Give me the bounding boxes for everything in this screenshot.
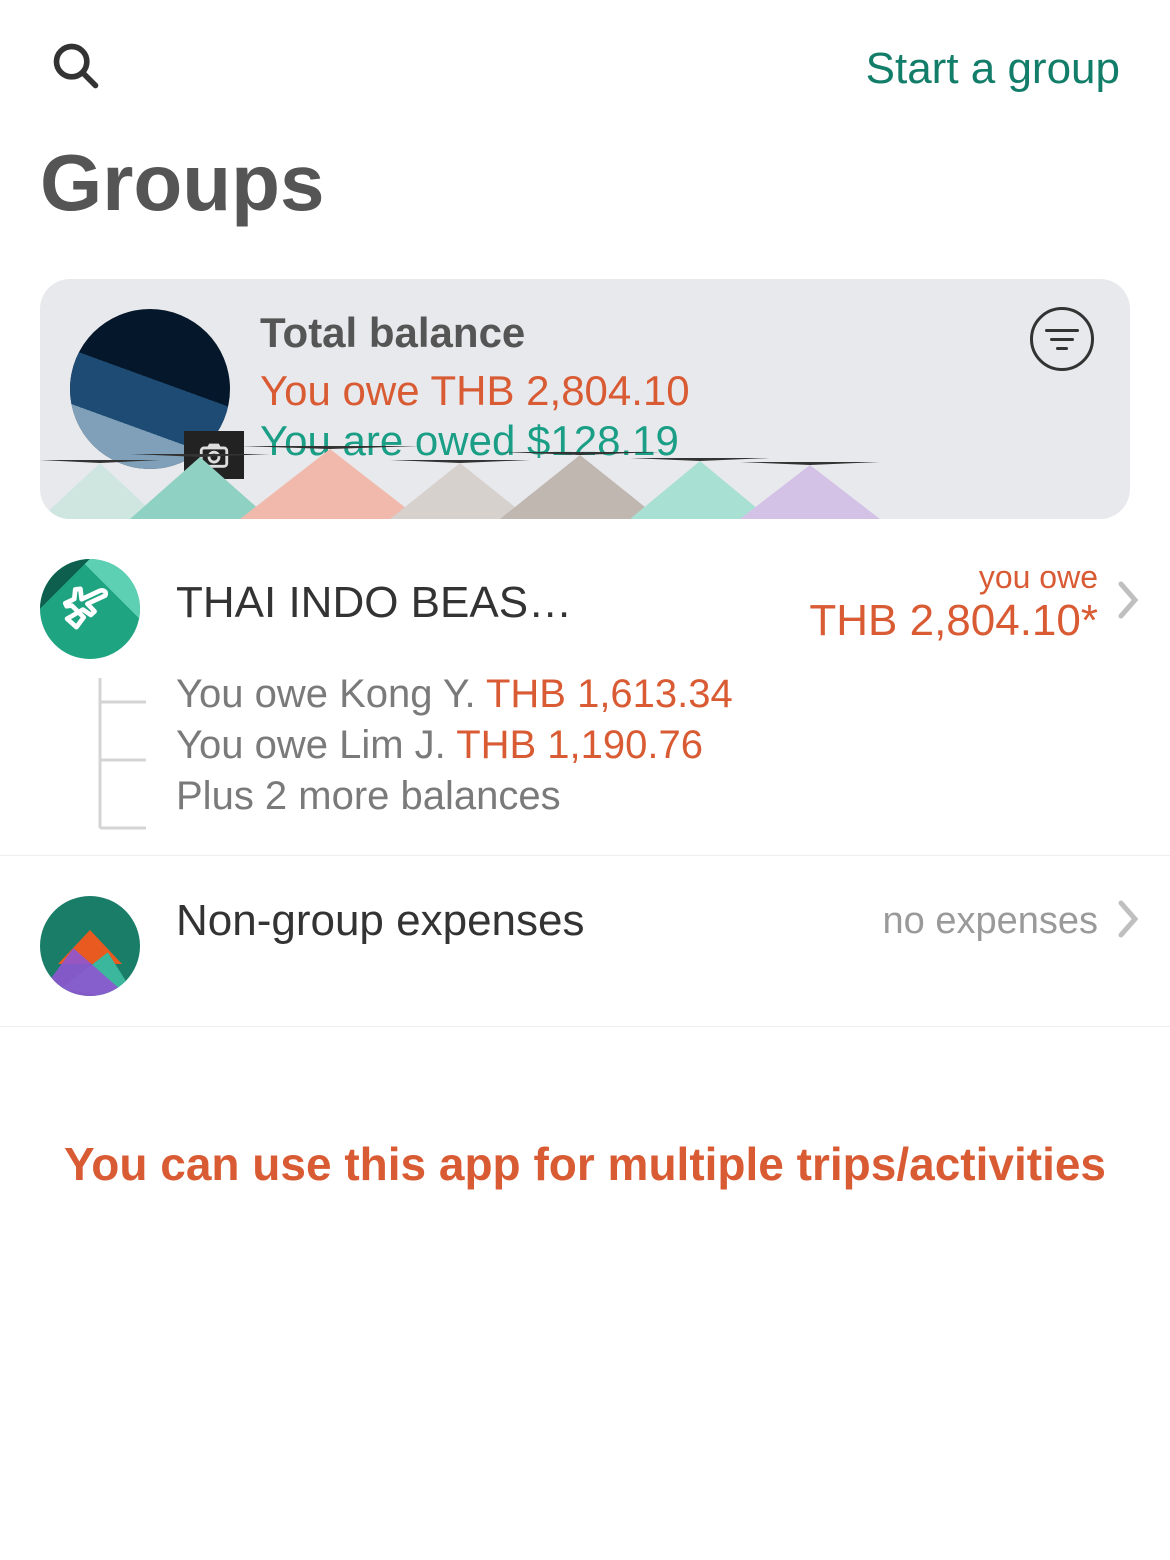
chevron-right-icon [1116, 580, 1142, 625]
group-avatar-trip [40, 559, 140, 659]
you-owe-amount: THB 2,804.10* [809, 596, 1098, 646]
you-owe-label: you owe [979, 559, 1098, 596]
you-owe-total: You owe THB 2,804.10 [260, 367, 1100, 415]
airplane-icon [60, 581, 116, 637]
camera-icon[interactable] [184, 431, 244, 479]
tree-connector [90, 678, 160, 848]
balance-detail-line: You owe Lim J. THB 1,190.76 [176, 723, 1150, 768]
total-balance-card[interactable]: Total balance You owe THB 2,804.10 You a… [40, 279, 1130, 519]
group-avatar-nongroup [40, 896, 140, 996]
total-balance-label: Total balance [260, 309, 1100, 357]
profile-avatar[interactable] [70, 309, 230, 469]
no-expenses-label: no expenses [883, 900, 1099, 943]
chevron-right-icon [1116, 899, 1142, 944]
group-row-thai-indo[interactable]: THAI INDO BEAST T… you owe THB 2,804.10*… [0, 519, 1170, 856]
balance-details: You owe Kong Y. THB 1,613.34 You owe Lim… [176, 672, 1150, 819]
top-bar: Start a group [0, 0, 1170, 97]
search-icon[interactable] [50, 40, 102, 97]
footer-message: You can use this app for multiple trips/… [0, 1137, 1170, 1191]
group-row-nongroup[interactable]: Non-group expenses no expenses [0, 856, 1170, 1027]
page-title: Groups [0, 97, 1170, 259]
start-group-button[interactable]: Start a group [866, 44, 1120, 94]
you-are-owed-total: You are owed $128.19 [260, 417, 1100, 465]
filter-icon[interactable] [1030, 307, 1094, 371]
group-name: THAI INDO BEAST T… [176, 578, 596, 628]
group-name: Non-group expenses [176, 896, 584, 946]
more-balances: Plus 2 more balances [176, 774, 1150, 819]
balance-detail-line: You owe Kong Y. THB 1,613.34 [176, 672, 1150, 717]
